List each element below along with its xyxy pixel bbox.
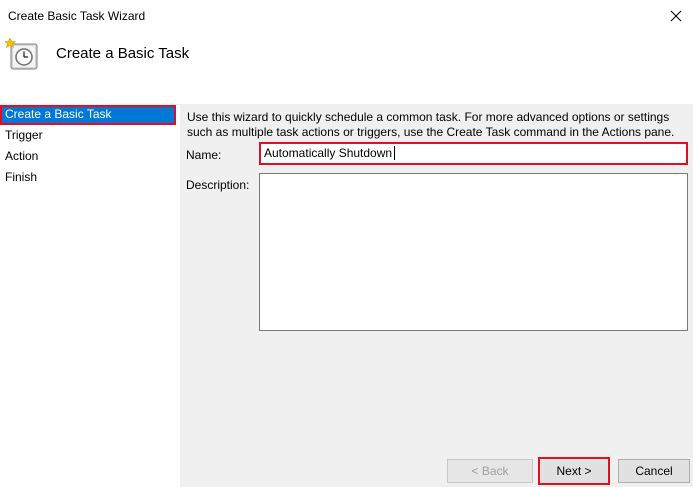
next-button[interactable]: Next > bbox=[538, 457, 610, 485]
description-label: Description: bbox=[186, 178, 250, 192]
page-heading: Create a Basic Task bbox=[56, 45, 190, 62]
text-cursor: ​ bbox=[394, 146, 396, 160]
sidebar-item-trigger[interactable]: Trigger bbox=[0, 126, 176, 146]
wizard-steps-sidebar: Create a Basic Task Trigger Action Finis… bbox=[0, 105, 180, 487]
wizard-content: Use this wizard to quickly schedule a co… bbox=[180, 105, 693, 487]
back-button[interactable]: < Back bbox=[447, 459, 533, 483]
name-input[interactable]: Automatically Shutdown​ bbox=[259, 142, 688, 165]
cancel-button[interactable]: Cancel bbox=[618, 459, 690, 483]
close-icon bbox=[670, 10, 682, 22]
title-bar: Create Basic Task Wizard bbox=[0, 0, 693, 32]
task-scheduler-clock-icon bbox=[5, 37, 38, 70]
name-input-value: Automatically Shutdown bbox=[264, 146, 393, 160]
sidebar-item-action[interactable]: Action bbox=[0, 147, 176, 167]
intro-text: Use this wizard to quickly schedule a co… bbox=[187, 110, 675, 139]
close-button[interactable] bbox=[659, 0, 693, 32]
sidebar-item-finish[interactable]: Finish bbox=[0, 168, 176, 188]
name-label: Name: bbox=[186, 148, 222, 162]
description-textarea[interactable] bbox=[259, 173, 688, 331]
wizard-header: Create a Basic Task bbox=[0, 32, 693, 104]
sidebar-item-create-basic-task[interactable]: Create a Basic Task bbox=[0, 105, 176, 125]
window-title: Create Basic Task Wizard bbox=[8, 9, 146, 23]
